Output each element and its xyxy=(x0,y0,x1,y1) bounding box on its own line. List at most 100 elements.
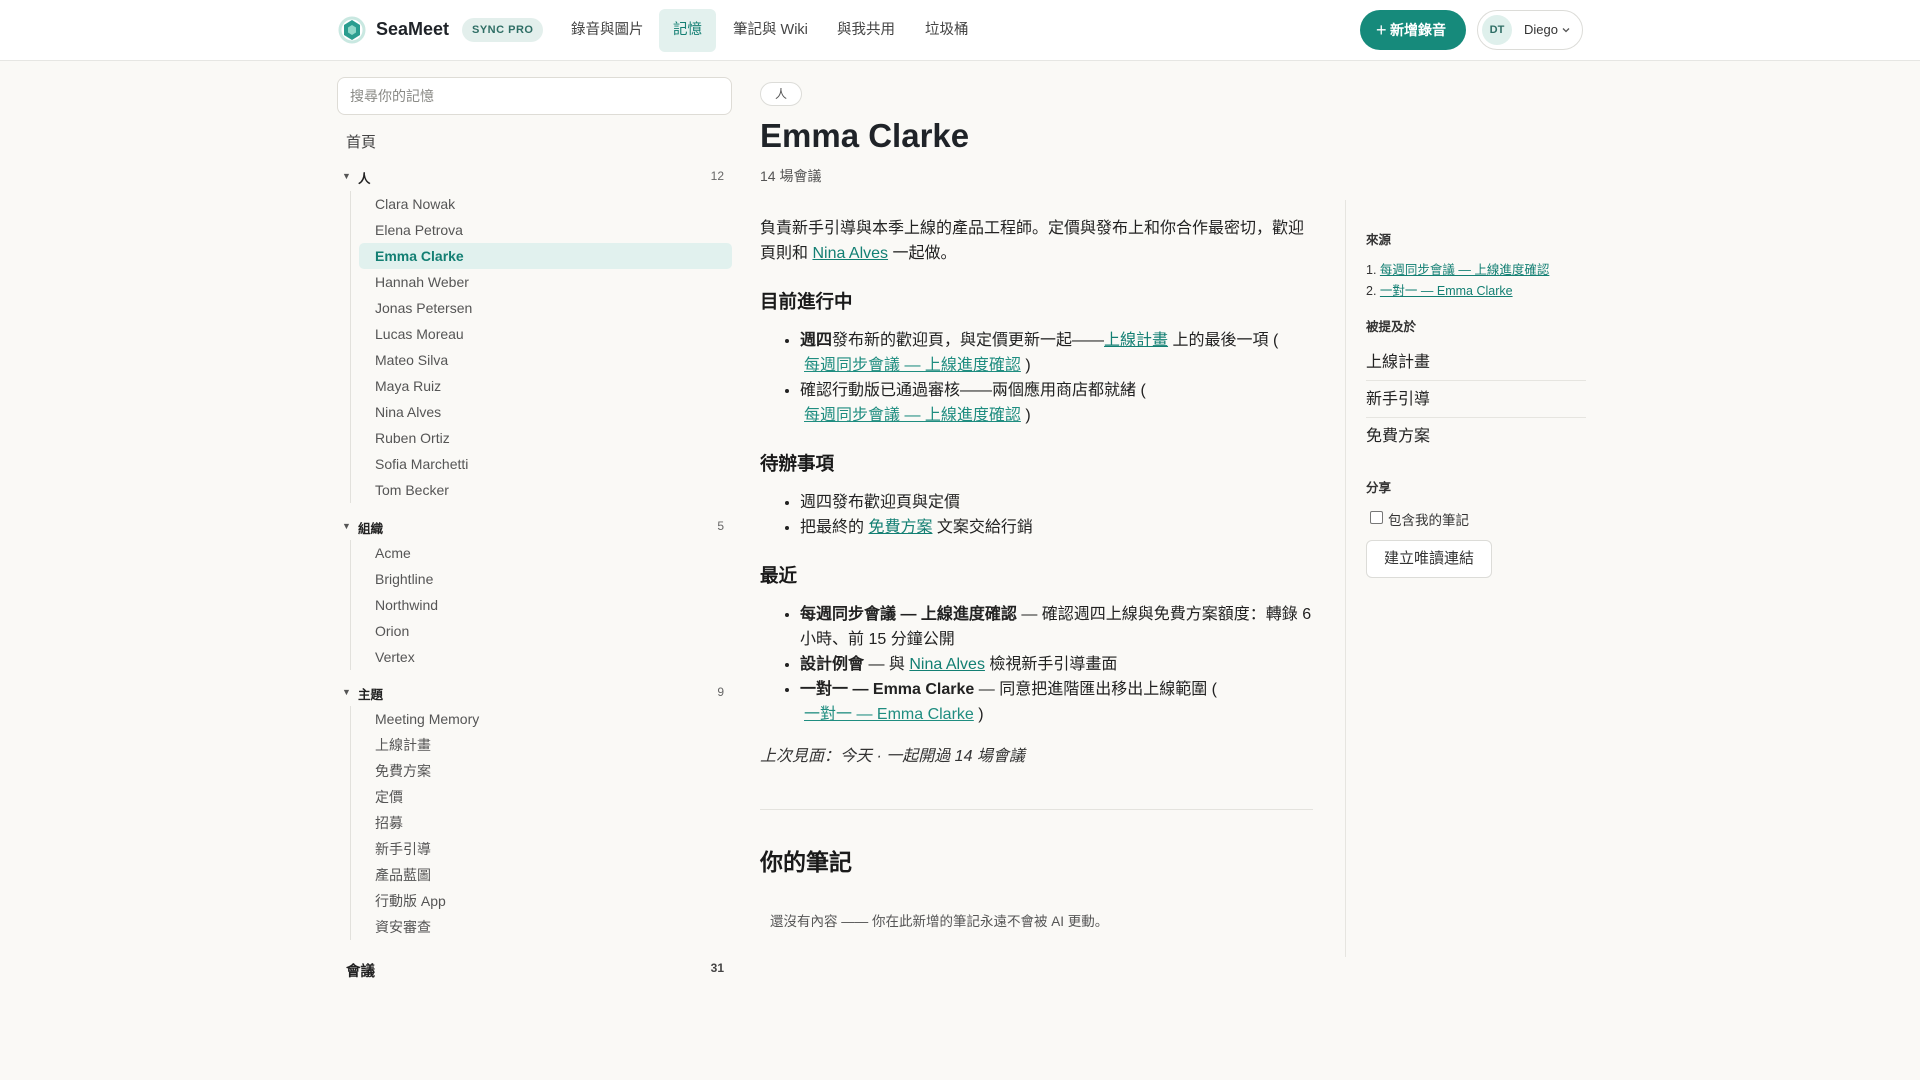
list-item: 週四發布新的歡迎頁，與定價更新一起——上線計畫 上的最後一項 (每週同步會議 —… xyxy=(800,328,1315,378)
user-menu[interactable]: DT Diego xyxy=(1477,10,1583,50)
user-name: Diego xyxy=(1524,22,1558,37)
item-text: — 同意把進階匯出移出上線範圍 ( xyxy=(974,681,1217,698)
person-link[interactable]: Nina Alves xyxy=(812,245,888,262)
source-link[interactable]: 一對一 — Emma Clarke xyxy=(1380,284,1513,298)
share-label: 分享 xyxy=(1366,481,1392,495)
sources-label: 來源 xyxy=(1366,233,1392,247)
sidebar-item-person-selected[interactable]: Emma Clarke xyxy=(359,243,732,269)
profile-content: 負責新手引導與本季上線的產品工程師。定價與發布上和你合作最密切，歡迎頁則和 Ni… xyxy=(760,216,1315,769)
caret-down-icon: ▼ xyxy=(342,687,351,697)
right-panel: 來源 1. 每週同步會議 — 上線進度確認 2. 一對一 — Emma Clar… xyxy=(1345,200,1586,957)
sidebar-item-topic[interactable]: 定價 xyxy=(359,784,732,810)
topic-link[interactable]: 免費方案 xyxy=(868,519,932,536)
sidebar-item-person[interactable]: Sofia Marchetti xyxy=(359,451,732,477)
person-link[interactable]: Nina Alves xyxy=(909,656,985,673)
item-bold: 每週同步會議 — 上線進度確認 xyxy=(800,606,1017,623)
tab-recordings[interactable]: 錄音與圖片 xyxy=(557,9,658,52)
tab-notes-wiki[interactable]: 筆記與 Wiki xyxy=(719,9,822,52)
citation-link[interactable]: 每週同步會議 — 上線進度確認 xyxy=(804,357,1021,374)
list-item: 設計例會 — 與 Nina Alves 檢視新手引導畫面 xyxy=(800,652,1315,677)
sidebar-item-topic[interactable]: 新手引導 xyxy=(359,836,732,862)
section-count: 9 xyxy=(717,685,724,699)
close-paren: ) xyxy=(978,706,984,723)
plan-badge: SYNC PRO xyxy=(462,18,544,42)
sidebar-item-topic[interactable]: Meeting Memory xyxy=(359,706,732,732)
sidebar-item-person[interactable]: Mateo Silva xyxy=(359,347,732,373)
sidebar-item-org[interactable]: Vertex xyxy=(359,644,732,670)
top-header: SeaMeet SYNC PRO 錄音與圖片 記憶 筆記與 Wiki 與我共用 … xyxy=(0,0,1920,61)
mention-link[interactable]: 免費方案 xyxy=(1366,418,1586,455)
sidebar-item-person[interactable]: Lucas Moreau xyxy=(359,321,732,347)
mention-link[interactable]: 上線計畫 xyxy=(1366,344,1586,381)
sidebar-item-topic[interactable]: 資安審查 xyxy=(359,914,732,940)
section-title: 組織 xyxy=(358,522,384,536)
sidebar-item-person[interactable]: Maya Ruiz xyxy=(359,373,732,399)
notes-heading: 你的筆記 xyxy=(760,849,852,875)
list-item: 一對一 — Emma Clarke — 同意把進階匯出移出上線範圍 (一對一 —… xyxy=(800,677,1315,727)
item-text: 檢視新手引導畫面 xyxy=(984,656,1118,673)
tab-shared-with-me[interactable]: 與我共用 xyxy=(823,9,909,52)
close-paren: ) xyxy=(1025,357,1031,374)
section-title: 會議 xyxy=(346,964,375,980)
notes-empty-state[interactable]: 還沒有內容 —— 你在此新增的筆記永遠不會被 AI 更動。 xyxy=(770,910,1108,930)
people-list: Clara Nowak Elena Petrova Emma Clarke Ha… xyxy=(350,191,732,503)
item-text: 確認行動版已通過審核——兩個應用商店都就緒 ( xyxy=(800,382,1146,399)
sidebar-item-person[interactable]: Elena Petrova xyxy=(359,217,732,243)
people-section-header[interactable]: ▼ 人 12 xyxy=(340,166,732,186)
sources-list: 1. 每週同步會議 — 上線進度確認 2. 一對一 — Emma Clarke xyxy=(1366,260,1549,302)
plus-icon: + xyxy=(1376,20,1387,40)
new-recording-button[interactable]: + 新增錄音 xyxy=(1360,10,1466,50)
search-input[interactable] xyxy=(337,77,732,115)
item-bold: 一對一 — Emma Clarke xyxy=(800,681,975,698)
sidebar-item-org[interactable]: Brightline xyxy=(359,566,732,592)
sidebar-item-topic[interactable]: 行動版 App xyxy=(359,888,732,914)
sidebar-item-topic[interactable]: 上線計畫 xyxy=(359,732,732,758)
sidebar-item-person[interactable]: Ruben Ortiz xyxy=(359,425,732,451)
sidebar-item-person[interactable]: Hannah Weber xyxy=(359,269,732,295)
sidebar-item-person[interactable]: Clara Nowak xyxy=(359,191,732,217)
citation-link[interactable]: 每週同步會議 — 上線進度確認 xyxy=(804,407,1021,424)
orgs-section-header[interactable]: ▼ 組織 5 xyxy=(340,516,732,536)
source-item: 1. 每週同步會議 — 上線進度確認 xyxy=(1366,263,1550,277)
item-bold: 設計例會 xyxy=(800,656,865,673)
section-count: 31 xyxy=(710,961,724,975)
sidebar-item-home[interactable]: 首頁 xyxy=(346,131,376,152)
sidebar-item-person[interactable]: Jonas Petersen xyxy=(359,295,732,321)
item-text: 上的最後一項 ( xyxy=(1168,332,1279,349)
entity-type-chip: 人 xyxy=(760,82,803,106)
source-item: 2. 一對一 — Emma Clarke xyxy=(1366,284,1513,298)
sidebar-item-org[interactable]: Acme xyxy=(359,540,732,566)
recent-list: 每週同步會議 — 上線進度確認 — 確認週四上線與免費方案額度：轉錄 6 小時、… xyxy=(800,602,1315,727)
topics-section-header[interactable]: ▼ 主題 9 xyxy=(340,682,732,702)
topic-link[interactable]: 上線計畫 xyxy=(1104,332,1168,349)
close-paren: ) xyxy=(1025,407,1031,424)
citation-link[interactable]: 一對一 — Emma Clarke xyxy=(804,706,974,723)
page-title: Emma Clarke xyxy=(760,117,970,154)
mentioned-label: 被提及於 xyxy=(1366,320,1417,334)
sidebar-item-topic[interactable]: 招募 xyxy=(359,810,732,836)
todo-list: 週四發布歡迎頁與定價 把最終的 免費方案 文案交給行銷 xyxy=(800,490,1315,540)
in-progress-list: 週四發布新的歡迎頁，與定價更新一起——上線計畫 上的最後一項 (每週同步會議 —… xyxy=(800,328,1315,428)
list-item: 週四發布歡迎頁與定價 xyxy=(800,490,1315,515)
recent-heading: 最近 xyxy=(760,565,798,586)
source-link[interactable]: 每週同步會議 — 上線進度確認 xyxy=(1380,263,1549,277)
sidebar-item-person[interactable]: Tom Becker xyxy=(359,477,732,503)
include-notes-checkbox[interactable] xyxy=(1370,511,1383,524)
item-bold: 週四 xyxy=(800,332,833,349)
sidebar-item-org[interactable]: Orion xyxy=(359,618,732,644)
new-recording-label: 新增錄音 xyxy=(1390,22,1446,38)
create-readonly-link-button[interactable]: 建立唯讀連結 xyxy=(1366,540,1492,578)
include-notes-label[interactable]: 包含我的筆記 xyxy=(1388,509,1469,529)
section-title: 主題 xyxy=(358,688,384,702)
tab-memory[interactable]: 記憶 xyxy=(659,9,716,52)
seameet-logo-icon[interactable] xyxy=(338,16,366,44)
mention-link[interactable]: 新手引導 xyxy=(1366,381,1586,418)
meetings-section-header[interactable]: 會議 31 xyxy=(346,958,732,980)
sidebar-item-org[interactable]: Northwind xyxy=(359,592,732,618)
tab-trash[interactable]: 垃圾桶 xyxy=(911,9,983,52)
brand-name[interactable]: SeaMeet xyxy=(376,19,449,40)
sidebar-item-topic[interactable]: 免費方案 xyxy=(359,758,732,784)
section-title: 人 xyxy=(358,172,371,186)
sidebar-item-person[interactable]: Nina Alves xyxy=(359,399,732,425)
sidebar-item-topic[interactable]: 產品藍圖 xyxy=(359,862,732,888)
